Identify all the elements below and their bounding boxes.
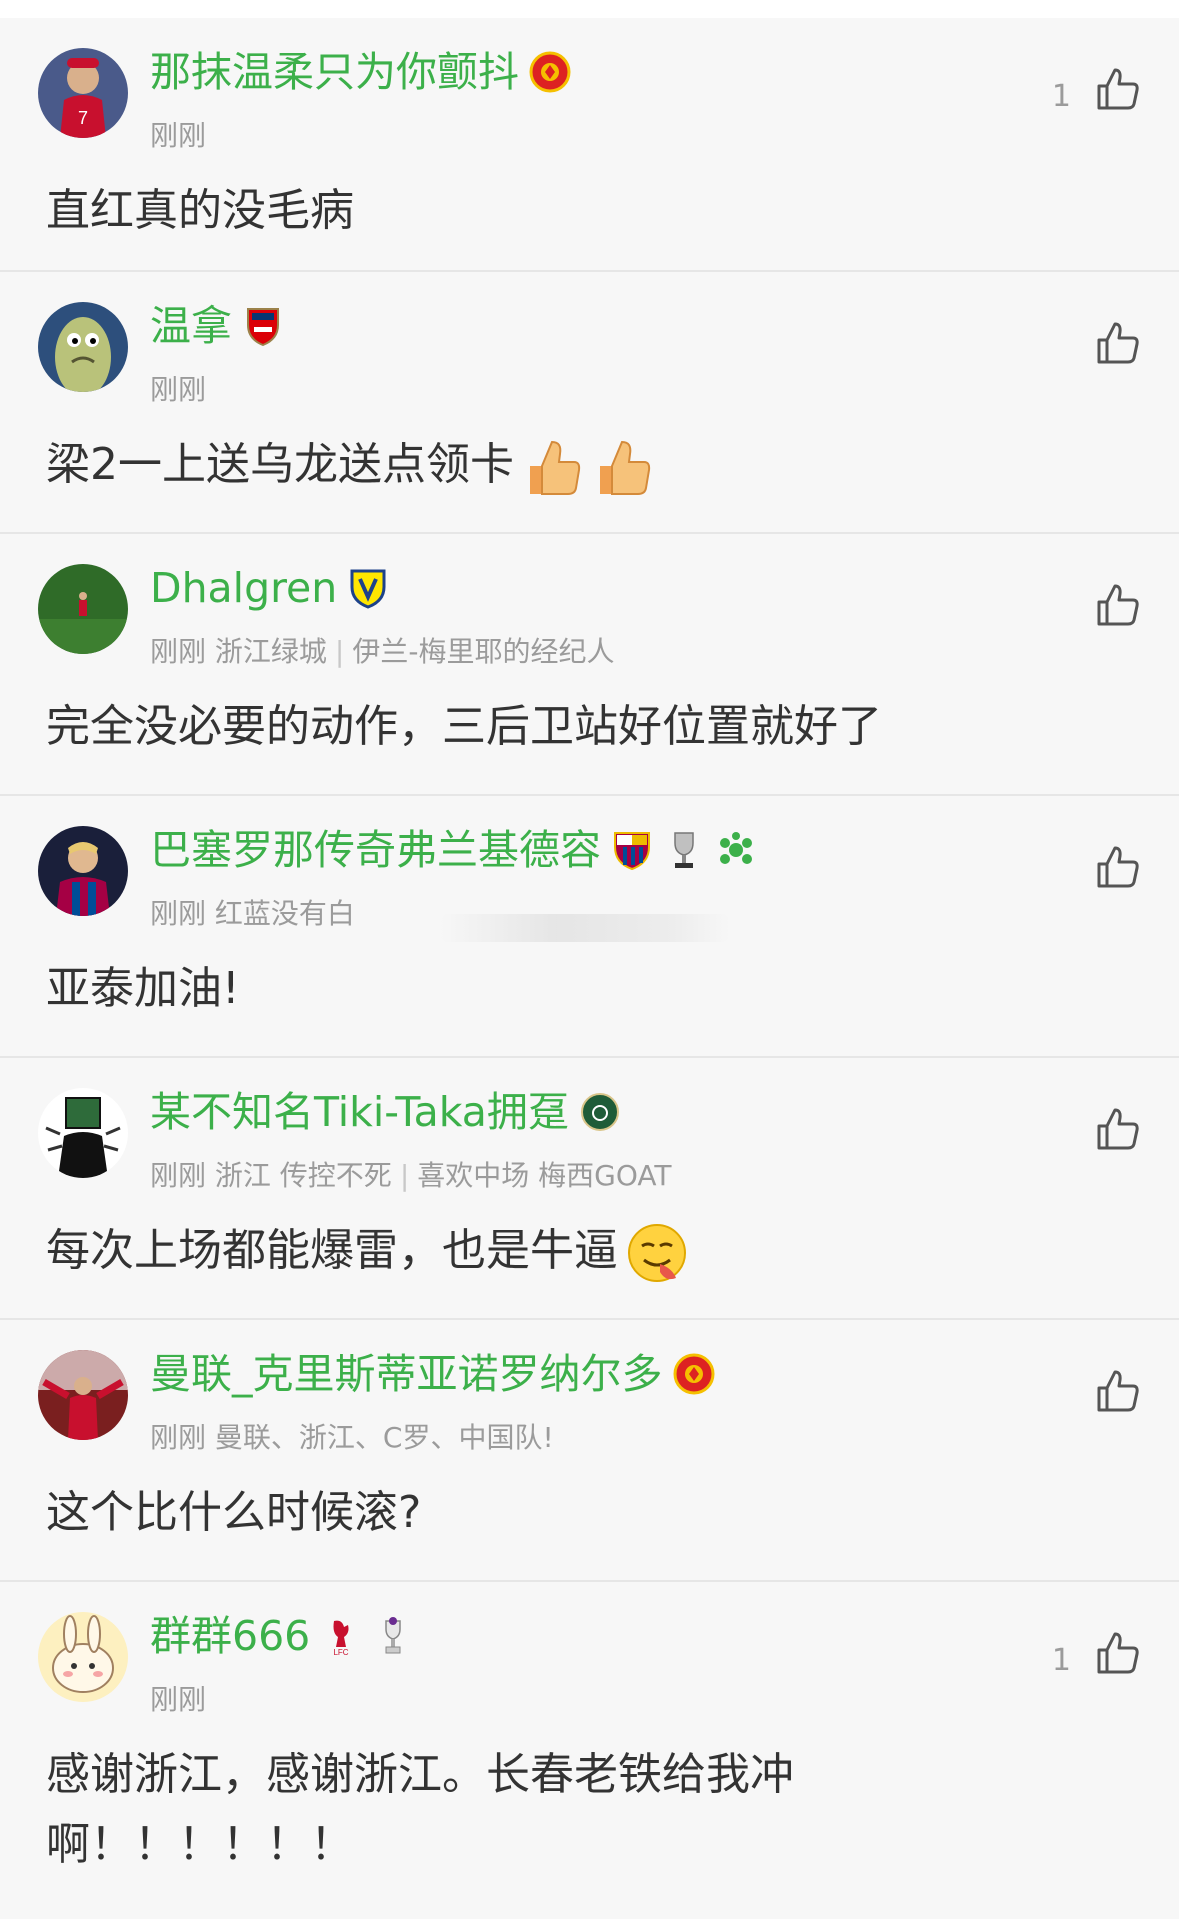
comment-meta: 刚刚 浙江绿城 | 伊兰-梅里耶的经纪人: [150, 634, 614, 670]
like-button[interactable]: [1071, 844, 1141, 892]
username[interactable]: 某不知名Tiki-Taka拥趸: [150, 1086, 569, 1138]
meta-secondary: 伊兰-梅里耶的经纪人: [352, 635, 615, 668]
avatar[interactable]: [38, 1612, 128, 1702]
leeds-crest-icon: [347, 567, 389, 609]
comment-meta: 刚刚: [150, 1683, 207, 1716]
meta-separator: |: [399, 1159, 410, 1192]
comment-item: 曼联_克里斯蒂亚诺罗纳尔多 刚刚 曼联、浙江、C罗、中国队! 这个比什么时候滚?: [0, 1320, 1179, 1582]
like-button[interactable]: [1071, 582, 1141, 630]
thumbs-up-emoji: [522, 436, 584, 498]
username[interactable]: 那抹温柔只为你颤抖: [150, 46, 519, 98]
blurred-region: [440, 914, 730, 942]
like-button[interactable]: 1: [1052, 1630, 1141, 1678]
comment-meta: 刚刚 浙江 传控不死 | 喜欢中场 梅西GOAT: [150, 1158, 671, 1194]
thumbs-up-icon[interactable]: [1093, 844, 1141, 892]
thumbs-up-emoji: [592, 436, 654, 498]
meta-primary: 刚刚 浙江绿城: [150, 635, 327, 668]
comment-text: 每次上场都能爆雷，也是牛逼: [46, 1216, 1119, 1286]
like-button[interactable]: [1071, 320, 1141, 368]
comment-item: Dhalgren 刚刚 浙江绿城 | 伊兰-梅里耶的经纪人 完全没必要的动作，三后卫…: [0, 534, 1179, 796]
comment-item: 群群666 LFC 刚刚 1 感谢浙江，感谢浙江。长春老铁给我冲 啊！！！！！！: [0, 1582, 1179, 1919]
like-count: 1: [1051, 1642, 1071, 1678]
thumbs-up-icon[interactable]: [1093, 1368, 1141, 1416]
comment-meta: 刚刚 红蓝没有白: [150, 897, 355, 930]
svg-text:7: 7: [78, 108, 88, 128]
top-spacer: [0, 0, 1179, 18]
avatar[interactable]: [38, 302, 128, 392]
comment-text-line-1: 感谢浙江，感谢浙江。长春老铁给我冲: [46, 1749, 794, 1800]
username[interactable]: 曼联_克里斯蒂亚诺罗纳尔多: [150, 1348, 663, 1400]
username[interactable]: 群群666: [150, 1610, 310, 1662]
username[interactable]: 巴塞罗那传奇弗兰基德容: [150, 824, 601, 876]
comment-text-line-2: 啊！！！！！！: [46, 1819, 354, 1870]
avatar[interactable]: [38, 1350, 128, 1440]
comment-text: 梁2一上送乌龙送点领卡: [46, 430, 1119, 500]
thumbs-up-icon[interactable]: [1093, 320, 1141, 368]
comment-meta: 刚刚 曼联、浙江、C罗、中国队!: [150, 1421, 554, 1454]
man-utd-crest-icon: [673, 1353, 715, 1395]
meta-primary: 刚刚 浙江 传控不死: [150, 1159, 392, 1192]
meta-separator: |: [334, 635, 345, 668]
like-button[interactable]: [1071, 1106, 1141, 1154]
svg-text:LFC: LFC: [334, 1648, 349, 1657]
comment-text: 直红真的没毛病: [46, 185, 354, 236]
comment-text: 这个比什么时候滚?: [46, 1487, 422, 1538]
comment-text: 感谢浙江，感谢浙江。长春老铁给我冲 啊！！！！！！: [46, 1740, 1119, 1880]
comment-item: 7 那抹温柔只为你颤抖 刚刚 1 直红真的没毛病: [0, 18, 1179, 272]
like-button[interactable]: [1071, 1368, 1141, 1416]
green-emblem-icon: [715, 829, 757, 871]
premier-league-trophy-icon: [372, 1615, 414, 1657]
zhejiang-crest-icon: [579, 1091, 621, 1133]
comment-text: 完全没必要的动作，三后卫站好位置就好了: [46, 701, 882, 752]
thumbs-up-icon[interactable]: [1093, 582, 1141, 630]
username[interactable]: 温拿: [150, 300, 232, 352]
comment-item: 巴塞罗那传奇弗兰基德容 刚刚 红蓝没有白 亚泰加油!: [0, 796, 1179, 1058]
comment-text-body: 梁2一上送乌龙送点领卡: [46, 439, 514, 490]
like-count: 1: [1051, 78, 1071, 114]
comment-text-body: 每次上场都能爆雷，也是牛逼: [46, 1225, 618, 1276]
trophy-icon: [663, 829, 705, 871]
avatar[interactable]: 7: [38, 48, 128, 138]
man-utd-crest-icon: [529, 51, 571, 93]
comment-meta: 刚刚: [150, 119, 207, 152]
username[interactable]: Dhalgren: [150, 562, 337, 614]
liverpool-crest-icon: LFC: [320, 1615, 362, 1657]
avatar[interactable]: [38, 564, 128, 654]
comment-item: 温拿 刚刚 梁2一上送乌龙送点领卡: [0, 272, 1179, 534]
comment-item: 某不知名Tiki-Taka拥趸 刚刚 浙江 传控不死 | 喜欢中场 梅西GOAT 每…: [0, 1058, 1179, 1320]
avatar[interactable]: [38, 826, 128, 916]
thumbs-up-icon[interactable]: [1093, 66, 1141, 114]
smirk-tongue-emoji: [626, 1222, 688, 1284]
avatar[interactable]: [38, 1088, 128, 1178]
arsenal-crest-icon: [242, 305, 284, 347]
comment-text: 亚泰加油!: [46, 963, 240, 1014]
thumbs-up-icon[interactable]: [1093, 1106, 1141, 1154]
thumbs-up-icon[interactable]: [1093, 1630, 1141, 1678]
like-button[interactable]: 1: [1052, 66, 1141, 114]
meta-secondary: 喜欢中场 梅西GOAT: [417, 1159, 672, 1192]
comment-meta: 刚刚: [150, 373, 207, 406]
barcelona-crest-icon: [611, 829, 653, 871]
